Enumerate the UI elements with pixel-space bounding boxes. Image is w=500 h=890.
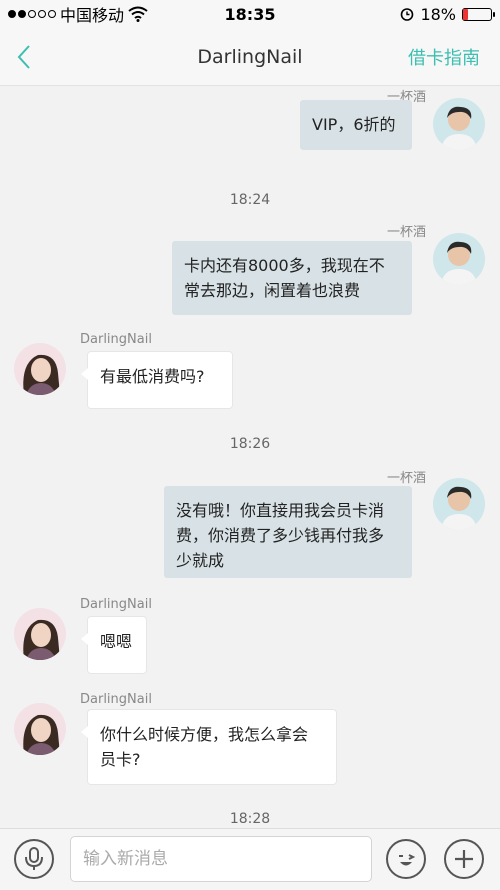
message-text-line: 你什么时候方便，我怎么拿会 — [100, 725, 309, 744]
timestamp-separator: 18:24 — [229, 192, 271, 208]
message-text-line: 费，你消费了多少钱再付我多 — [176, 526, 385, 545]
back-button[interactable] — [16, 40, 46, 74]
alarm-clock-icon — [401, 8, 414, 21]
voice-input-button[interactable] — [14, 839, 54, 879]
more-options-button[interactable] — [444, 839, 484, 879]
avatar[interactable] — [433, 478, 485, 530]
card-guide-link[interactable]: 借卡指南 — [408, 44, 480, 70]
conversation-title: DarlingNail — [197, 45, 303, 68]
message-text-line: 常去那边，闲置着也浪费 — [184, 281, 361, 300]
battery-icon — [462, 7, 495, 21]
wifi-icon — [128, 6, 148, 22]
nav-bar: DarlingNail 借卡指南 — [0, 28, 500, 86]
message-input-bar: 输入新消息 — [0, 828, 500, 890]
sender-name: DarlingNail — [80, 332, 152, 347]
battery-level-fill — [463, 8, 469, 20]
chat-message-list[interactable]: 一杯酒 VIP，6折的 18:24 一杯酒 卡内还有8000多，我现在不 常去那… — [0, 86, 500, 828]
message-text-line: 员卡? — [100, 750, 141, 769]
message-text: 有最低消费吗? — [100, 367, 205, 386]
timestamp-separator: 18:28 — [229, 811, 271, 827]
message-bubble-incoming[interactable]: 嗯嗯 — [81, 617, 146, 673]
battery-percentage: 18% — [420, 4, 456, 24]
message-text: VIP，6折的 — [312, 115, 396, 134]
sender-name: 一杯酒 — [386, 471, 426, 486]
message-text-line: 少就成 — [176, 551, 225, 570]
avatar[interactable] — [14, 608, 66, 660]
status-left: 中国移动 — [8, 2, 148, 26]
message-bubble-incoming[interactable]: 有最低消费吗? — [81, 352, 232, 408]
message-text-line: 没有哦！你直接用我会员卡消 — [176, 501, 385, 520]
status-right: 18% — [400, 4, 495, 24]
sender-name: 一杯酒 — [386, 225, 426, 240]
timestamp-separator: 18:26 — [229, 436, 271, 452]
microphone-icon — [25, 847, 43, 870]
message-bubble-outgoing[interactable]: 卡内还有8000多，我现在不 常去那边，闲置着也浪费 — [172, 241, 412, 315]
message-input[interactable]: 输入新消息 — [70, 836, 372, 882]
plus-icon — [455, 850, 473, 868]
sender-name: DarlingNail — [80, 597, 152, 612]
status-bar: 中国移动 18:35 18% — [0, 0, 500, 28]
message-bubble-incoming[interactable]: 你什么时候方便，我怎么拿会 员卡? — [81, 710, 336, 784]
avatar[interactable] — [14, 343, 66, 395]
message-bubble-outgoing[interactable]: 没有哦！你直接用我会员卡消 费，你消费了多少钱再付我多 少就成 — [164, 486, 412, 578]
carrier-name: 中国移动 — [60, 6, 125, 25]
chevron-left-icon — [17, 45, 30, 69]
message-bubble-outgoing[interactable]: VIP，6折的 — [300, 100, 412, 150]
emoji-button[interactable] — [386, 839, 426, 879]
avatar[interactable] — [14, 703, 66, 755]
sender-name: DarlingNail — [80, 692, 152, 707]
emoji-icon — [399, 854, 416, 866]
message-text-line: 卡内还有8000多，我现在不 — [184, 256, 385, 275]
avatar[interactable] — [433, 98, 485, 150]
signal-strength-icon — [8, 10, 56, 18]
avatar[interactable] — [433, 233, 485, 285]
message-text: 嗯嗯 — [100, 632, 133, 651]
